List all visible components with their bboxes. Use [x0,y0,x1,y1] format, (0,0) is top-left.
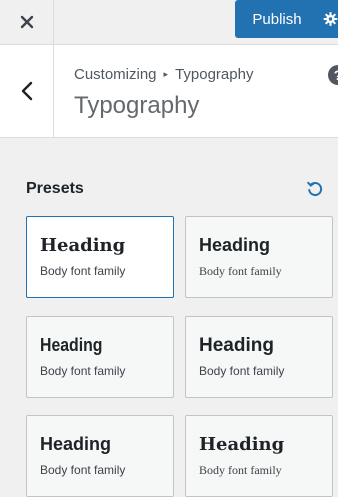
breadcrumb-separator: ▸ [163,69,169,79]
preset-heading: Heading [40,335,103,355]
breadcrumb-root: Customizing [74,66,157,83]
customizer-topbar: Publish [0,0,338,45]
help-icon[interactable]: ? [328,65,338,85]
preset-card-6[interactable]: Heading Body font family [185,415,333,497]
preset-body-font: Body font family [40,364,126,378]
preset-body-font: Body font family [199,364,285,378]
preset-body-font: Body font family [199,463,282,477]
preset-card-4[interactable]: Heading Body font family [185,316,333,398]
close-icon [20,15,33,29]
breadcrumb: Customizing ▸ Typography [74,66,253,83]
preset-card-1[interactable]: Heading Body font family [26,216,174,298]
gear-icon [323,12,338,26]
preset-card-2[interactable]: Heading Body font family [185,216,333,298]
preset-body-font: Body font family [40,463,126,477]
page-title: Typography [74,92,200,119]
section-header: Customizing ▸ Typography Typography ? [0,45,338,138]
presets-label: Presets [26,180,84,197]
back-button[interactable] [0,45,54,137]
preset-heading: Heading [40,434,112,454]
chevron-left-icon [21,81,32,101]
preset-card-5[interactable]: Heading Body font family [26,415,174,497]
preset-heading: Heading [199,335,274,356]
publish-button[interactable]: Publish [235,0,319,38]
preset-body-font: Body font family [40,264,126,278]
preset-heading: Heading [40,235,126,256]
preset-heading: Heading [199,434,285,455]
preset-heading: Heading [199,235,271,255]
close-button[interactable] [0,0,54,44]
reset-icon[interactable] [306,180,324,198]
publish-settings-button[interactable] [319,0,338,38]
preset-card-3[interactable]: Heading Body font family [26,316,174,398]
breadcrumb-current: Typography [175,66,254,83]
preset-body-font: Body font family [199,264,282,278]
